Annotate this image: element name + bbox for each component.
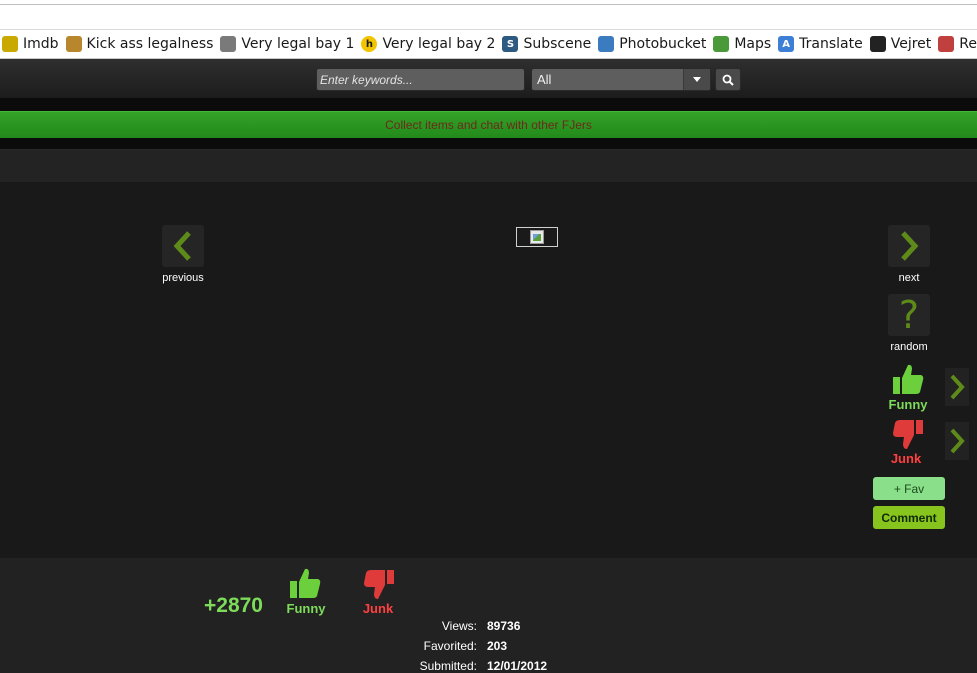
banner-divider bbox=[0, 138, 977, 150]
next-button[interactable] bbox=[888, 225, 930, 267]
camera-icon bbox=[598, 36, 615, 52]
footer-junk-label[interactable]: Junk bbox=[348, 601, 408, 616]
vote-score: +2870 bbox=[204, 594, 263, 617]
next-label: next bbox=[898, 272, 920, 284]
submitted-label: Submitted: bbox=[419, 659, 477, 673]
views-label: Views: bbox=[441, 619, 477, 633]
chevron-right-icon bbox=[950, 428, 965, 454]
favorited-label: Favorited: bbox=[423, 639, 477, 653]
reddit-icon bbox=[938, 36, 955, 52]
search-button[interactable] bbox=[715, 68, 741, 91]
bookmark-photobucket[interactable]: Photobucket bbox=[596, 30, 711, 58]
h-logo-icon: h bbox=[361, 36, 378, 52]
s-logo-icon: S bbox=[502, 36, 519, 52]
favorited-value: 203 bbox=[487, 639, 508, 653]
ship-icon bbox=[220, 36, 237, 52]
bookmark-very-legal-bay-2[interactable]: h Very legal bay 2 bbox=[359, 30, 500, 58]
translate-icon: A bbox=[778, 36, 795, 52]
bookmark-imdb[interactable]: Imdb bbox=[0, 30, 64, 58]
category-select[interactable]: All bbox=[531, 68, 711, 91]
funny-expand-button[interactable] bbox=[945, 368, 969, 406]
search-icon bbox=[722, 74, 734, 86]
bookmark-subscene[interactable]: S Subscene bbox=[500, 30, 596, 58]
promo-banner-text: Collect items and chat with other FJers bbox=[385, 118, 592, 132]
random-label: random bbox=[890, 341, 928, 353]
chevron-right-icon bbox=[950, 374, 965, 400]
submitted-value: 12/01/2012 bbox=[487, 659, 548, 673]
content-header-band bbox=[0, 150, 977, 182]
bookmark-maps[interactable]: Maps bbox=[711, 30, 776, 58]
bookmark-label: Subscene bbox=[523, 36, 592, 52]
junk-label[interactable]: Junk bbox=[876, 451, 936, 466]
image-placeholder-icon bbox=[530, 230, 544, 244]
thumbs-down-icon[interactable] bbox=[362, 568, 396, 602]
promo-banner[interactable]: Collect items and chat with other FJers bbox=[0, 111, 977, 138]
bookmark-label: Vejret bbox=[890, 36, 932, 52]
bookmark-label: Maps bbox=[734, 36, 772, 52]
bookmark-label: Very legal bay 1 bbox=[241, 36, 355, 52]
search-input[interactable]: Enter keywords... bbox=[316, 68, 525, 91]
tv2-icon bbox=[869, 36, 886, 52]
add-favorite-button[interactable]: + Fav bbox=[873, 477, 945, 500]
thumbs-down-icon[interactable] bbox=[891, 418, 925, 452]
thumbs-up-icon[interactable] bbox=[288, 566, 322, 600]
shield-icon bbox=[65, 36, 82, 52]
random-button[interactable]: ? bbox=[888, 294, 930, 336]
content-footer bbox=[0, 558, 977, 673]
imdb-icon bbox=[2, 36, 18, 52]
question-mark-icon: ? bbox=[898, 293, 920, 337]
chevron-right-icon bbox=[901, 231, 919, 261]
views-value: 89736 bbox=[487, 619, 521, 633]
chevron-down-icon[interactable] bbox=[683, 69, 710, 90]
bookmark-kick-ass-legalness[interactable]: Kick ass legalness bbox=[64, 30, 219, 58]
bookmark-label: Imdb bbox=[23, 36, 59, 52]
bookmark-label: Kick ass legalness bbox=[86, 36, 214, 52]
browser-address-area bbox=[0, 0, 977, 30]
comment-button[interactable]: Comment bbox=[873, 506, 945, 529]
funny-label[interactable]: Funny bbox=[878, 397, 938, 412]
junk-expand-button[interactable] bbox=[945, 422, 969, 460]
broken-image bbox=[516, 227, 558, 247]
previous-button[interactable] bbox=[162, 225, 204, 267]
bookmark-translate[interactable]: A Translate bbox=[776, 30, 868, 58]
bookmark-label: Photobucket bbox=[619, 36, 707, 52]
content-area bbox=[0, 182, 977, 558]
footer-funny-label[interactable]: Funny bbox=[276, 601, 336, 616]
bookmark-label: Translate bbox=[799, 36, 863, 52]
bookmark-label: Redd bbox=[959, 36, 977, 52]
previous-label: previous bbox=[162, 272, 204, 284]
bookmark-redd[interactable]: Redd bbox=[936, 30, 977, 58]
thumbs-up-icon[interactable] bbox=[891, 362, 925, 396]
bookmark-vejret[interactable]: Vejret bbox=[868, 30, 937, 58]
bookmark-label: Very legal bay 2 bbox=[382, 36, 496, 52]
chevron-left-icon bbox=[173, 231, 191, 261]
header-divider bbox=[0, 99, 977, 111]
bookmarks-bar: Imdb Kick ass legalness Very legal bay 1hV… bbox=[0, 30, 977, 59]
category-selected-value: All bbox=[537, 72, 552, 87]
map-pin-icon bbox=[713, 36, 730, 52]
bookmark-very-legal-bay-1[interactable]: Very legal bay 1 bbox=[218, 30, 359, 58]
